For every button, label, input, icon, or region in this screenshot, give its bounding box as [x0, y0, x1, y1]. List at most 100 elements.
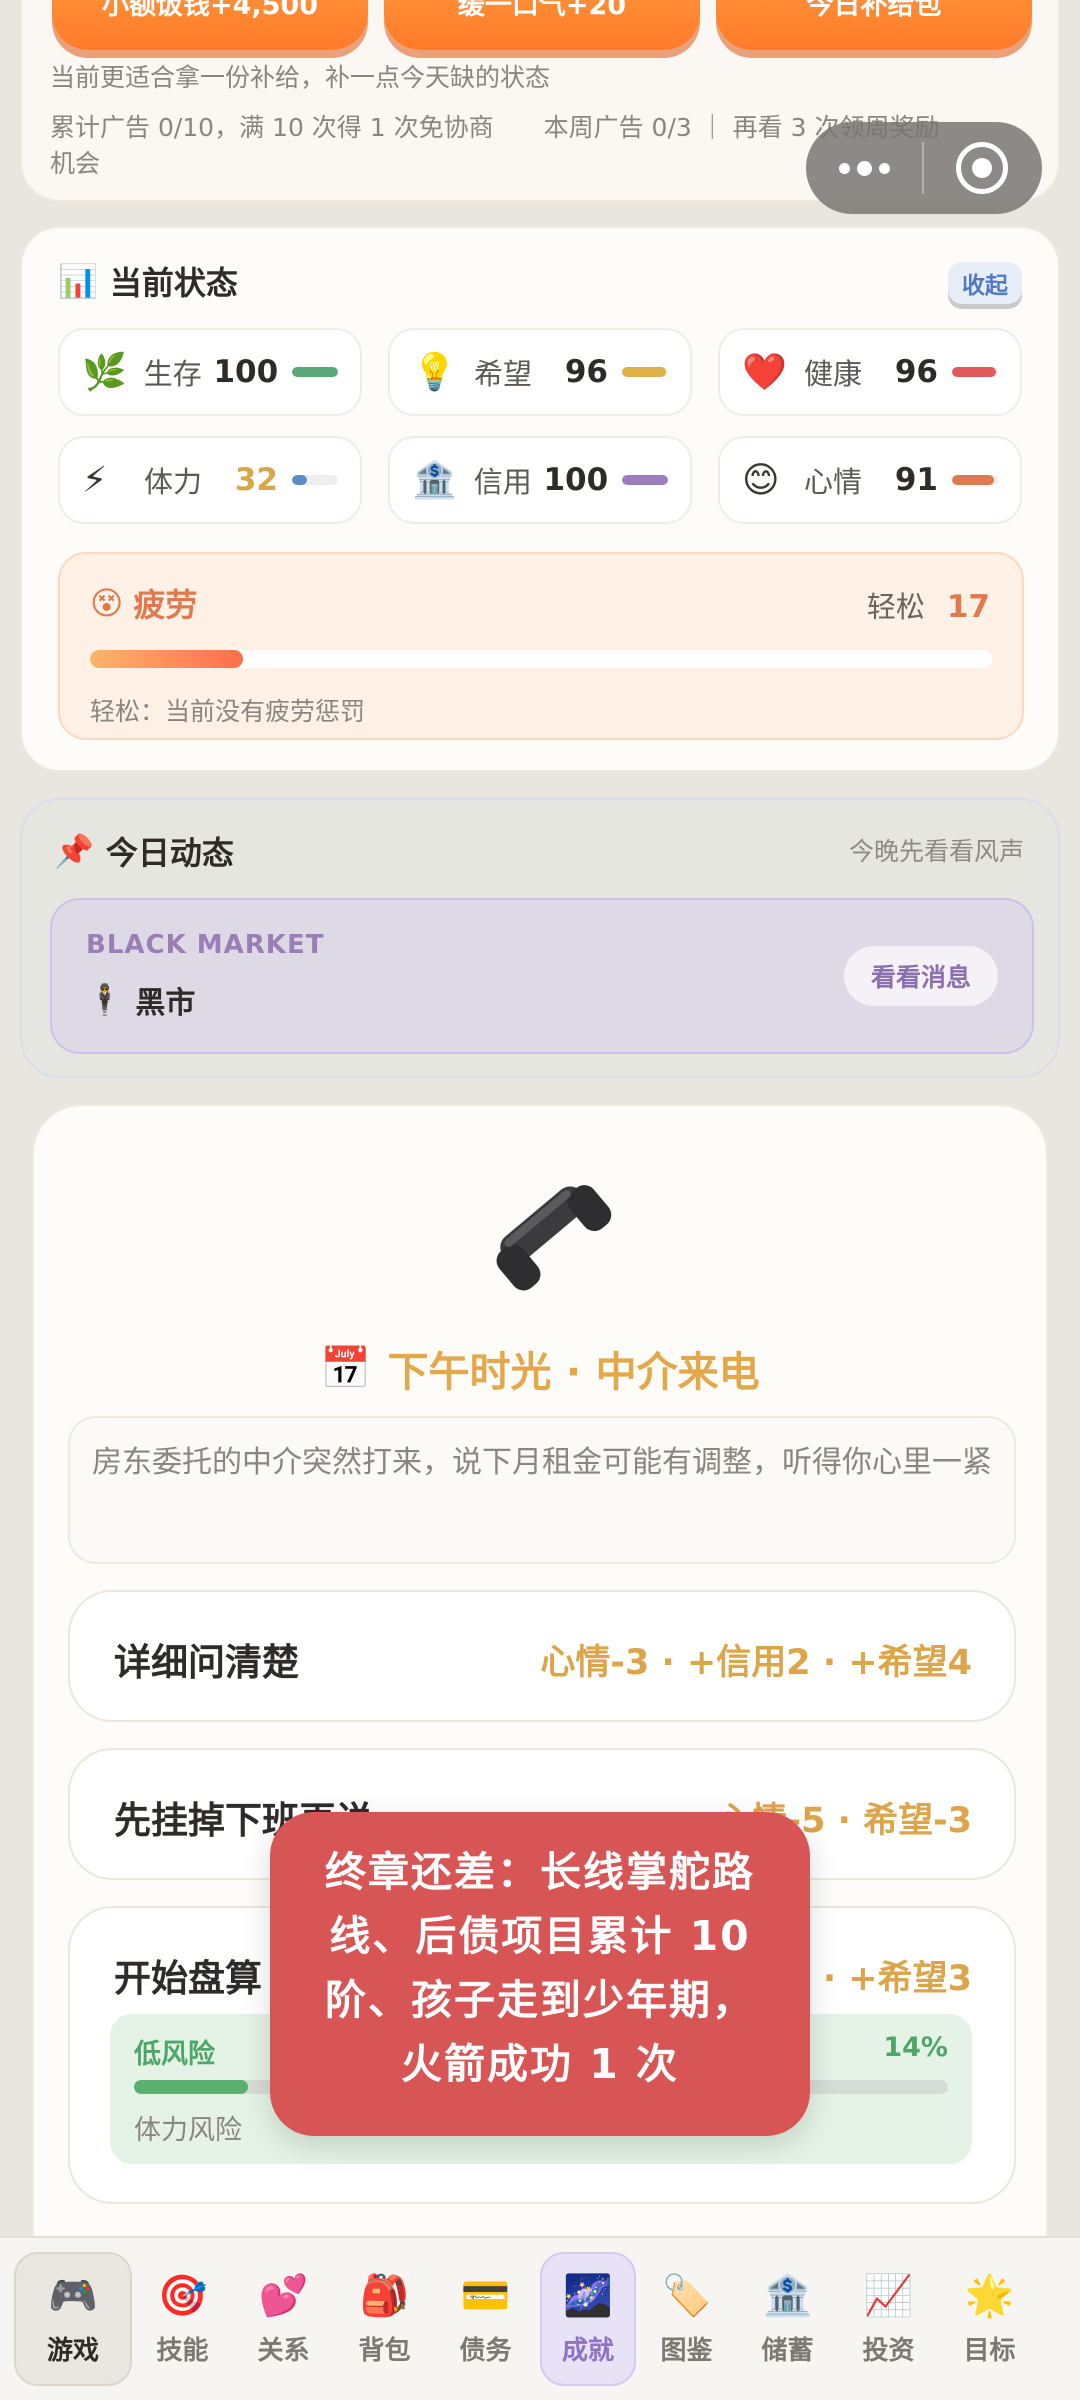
nav-skills-label: 技能 [156, 2335, 209, 2366]
nav-savings-icon: 🏦 [762, 2272, 813, 2319]
stat-bar [622, 367, 668, 377]
nav-invest-label: 投资 [862, 2335, 915, 2366]
businessman-icon: 🕴 [86, 982, 124, 1018]
nav-collection-icon: 🏷️ [661, 2272, 712, 2319]
stat-bar [622, 475, 668, 485]
fatigue-value: 17 [946, 589, 990, 625]
nav-achievements-label: 成就 [561, 2335, 614, 2366]
stat-bar [292, 367, 338, 377]
stat-value: 91 [894, 462, 938, 498]
nav-game[interactable]: 🎮 游戏 [14, 2252, 132, 2386]
stat-bar-fill [292, 475, 307, 485]
nav-debt-icon: 💳 [460, 2272, 511, 2319]
nav-collection[interactable]: 🏷️ 图鉴 [636, 2252, 737, 2386]
nav-game-icon: 🎮 [48, 2272, 98, 2319]
status-card: 📊 当前状态 收起 🌿 生存 100 💡 希望 96 ❤️ 健康 96 ⚡ 体力 32 🏦 信用 100 😊 心… [20, 226, 1060, 772]
choice-effect: · +希望3 [822, 1959, 972, 1999]
risk-subtitle: 体力风险 [134, 2115, 242, 2146]
nav-achievements[interactable]: 🌌 成就 [540, 2252, 636, 2386]
lightbulb-icon: 💡 [412, 352, 457, 393]
nav-achievements-icon: 🌌 [563, 2272, 613, 2319]
nav-backpack-icon: 🎒 [359, 2272, 410, 2319]
today-title-text: 今日动态 [105, 834, 234, 872]
stat-credit[interactable]: 🏦 信用 100 [388, 436, 692, 524]
stat-bar-fill [622, 475, 668, 485]
lightning-icon: ⚡ [82, 459, 108, 501]
nav-goals-label: 目标 [963, 2335, 1016, 2366]
stat-mood[interactable]: 😊 心情 91 [718, 436, 1022, 524]
nav-backpack[interactable]: 🎒 背包 [334, 2252, 435, 2386]
fatigue-name: 😵 疲劳 [90, 580, 197, 626]
fatigue-level: 轻松 17 [867, 584, 990, 626]
stat-value: 100 [213, 354, 279, 390]
stat-survival[interactable]: 🌿 生存 100 [58, 328, 362, 416]
fatigue-progress-bar [90, 650, 992, 668]
nav-skills-icon: 🎯 [157, 2272, 208, 2319]
nav-goals[interactable]: 🌟 目标 [939, 2252, 1040, 2386]
stat-health[interactable]: ❤️ 健康 96 [718, 328, 1022, 416]
story-title-text: 下午时光 · 中介来电 [387, 1348, 760, 1396]
choice-ask-details[interactable]: 详细问清楚 心情-3 · +信用2 · +希望4 [68, 1590, 1016, 1722]
nav-game-label: 游戏 [46, 2335, 99, 2366]
nav-skills[interactable]: 🎯 技能 [132, 2252, 233, 2386]
dizzy-face-icon: 😵 [90, 584, 124, 622]
fatigue-progress-fill [90, 650, 244, 668]
today-title: 📌 今日动态 [54, 828, 234, 874]
collapse-button[interactable]: 收起 [948, 262, 1022, 304]
fatigue-panel: 😵 疲劳 轻松 17 轻松：当前没有疲劳惩罚 [58, 552, 1024, 740]
stat-value: 32 [234, 462, 278, 498]
stat-bar-fill [622, 367, 667, 377]
stat-label: 心情 [804, 465, 863, 499]
ad-daily-pack-button[interactable]: 今日补给包 [716, 0, 1032, 50]
nav-invest-icon: 📈 [863, 2272, 914, 2319]
stat-value: 96 [894, 354, 938, 390]
event-tag: BLACK MARKET [86, 930, 325, 960]
choice-label: 开始盘算 [114, 1957, 262, 2000]
stat-stamina[interactable]: ⚡ 体力 32 [58, 436, 362, 524]
ending-progress-toast: 终章还差：长线掌舵路线、后债项目累计 10 阶、孩子走到少年期，火箭成功 1 次 [270, 1812, 810, 2136]
event-name-text: 黑市 [135, 986, 196, 1021]
today-card: 📌 今日动态 今晚先看看风声 BLACK MARKET 🕴 黑市 看看消息 [20, 798, 1060, 1078]
nav-relations-label: 关系 [257, 2335, 310, 2366]
black-market-event[interactable]: BLACK MARKET 🕴 黑市 看看消息 [50, 898, 1034, 1054]
miniprogram-capsule [806, 122, 1042, 214]
story-title: 📅 下午时光 · 中介来电 [34, 1338, 1046, 1398]
telephone-icon [468, 1150, 620, 1302]
stat-bar [292, 475, 338, 485]
status-title-text: 当前状态 [109, 264, 238, 302]
stat-label: 体力 [144, 465, 203, 499]
risk-progress-fill [134, 2080, 248, 2094]
heart-icon: ❤️ [742, 352, 787, 393]
nav-debt-label: 债务 [459, 2335, 512, 2366]
stat-bar [952, 475, 998, 485]
story-description: 房东委托的中介突然打来，说下月租金可能有调整，听得你心里一紧 [68, 1416, 1016, 1564]
nav-debt[interactable]: 💳 债务 [435, 2252, 536, 2386]
close-miniprogram-icon[interactable] [924, 142, 1040, 194]
bottom-navigation: 🎮 游戏 🎯 技能 💕 关系 🎒 背包 💳 债务 🌌 成就 🏷️ 图鉴 🏦 储蓄 📈 投资 🌟 目标 [0, 2236, 1080, 2400]
stat-value: 100 [543, 462, 609, 498]
ad-breather-button[interactable]: 缓一口气+20 [384, 0, 700, 50]
stat-bar-fill [952, 367, 997, 377]
nav-invest[interactable]: 📈 投资 [838, 2252, 939, 2386]
view-news-button[interactable]: 看看消息 [844, 946, 998, 1006]
nav-savings[interactable]: 🏦 储蓄 [737, 2252, 838, 2386]
status-title: 📊 当前状态 [58, 258, 238, 304]
smile-icon: 😊 [742, 459, 780, 501]
more-menu-icon[interactable] [806, 122, 922, 214]
choice-label: 详细问清楚 [114, 1641, 299, 1684]
stat-label: 生存 [143, 357, 202, 391]
calendar-icon: 📅 [320, 1343, 372, 1392]
stat-hope[interactable]: 💡 希望 96 [388, 328, 692, 416]
stat-label: 健康 [804, 357, 863, 391]
nav-relations[interactable]: 💕 关系 [233, 2252, 334, 2386]
ad-description: 当前更适合拿一份补给，补一点今天缺的状态 [50, 63, 551, 92]
bank-icon: 🏦 [412, 460, 457, 501]
stat-label: 希望 [474, 357, 533, 391]
fatigue-note: 轻松：当前没有疲劳惩罚 [90, 697, 366, 726]
pushpin-icon: 📌 [54, 832, 94, 870]
stat-bar-fill [952, 475, 994, 485]
risk-percent: 14% [883, 2032, 948, 2063]
nav-collection-label: 图鉴 [660, 2335, 713, 2366]
ad-small-meal-button[interactable]: 小额饭钱+4,500 [52, 0, 368, 50]
stat-bar [952, 367, 998, 377]
